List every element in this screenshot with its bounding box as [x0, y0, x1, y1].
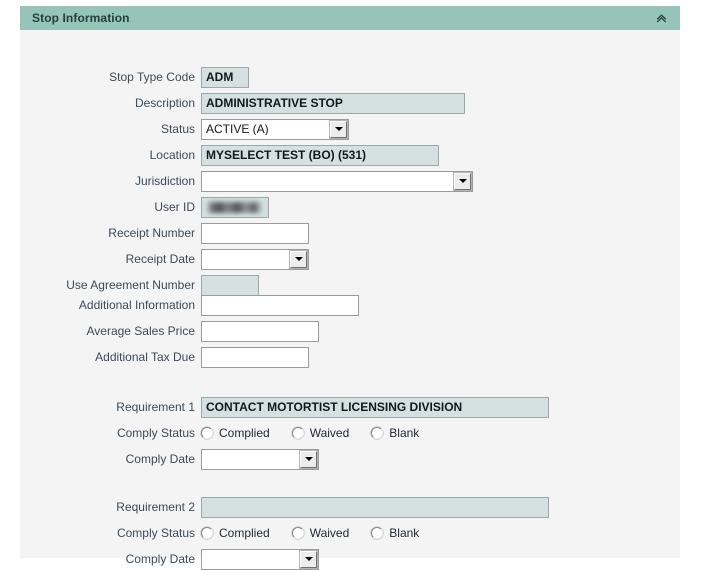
label-jurisdiction: Jurisdiction [20, 175, 201, 187]
label-comply-date-2: Comply Date [20, 553, 201, 565]
radio-circle-icon [371, 427, 383, 439]
calendar-chevron-down-icon[interactable] [290, 251, 307, 268]
radio-label-blank-2: Blank [389, 527, 419, 539]
comply-status-2-radio-group: Complied Waived Blank [201, 527, 441, 539]
row-stop-type-code: Stop Type Code ADM [20, 66, 249, 88]
radio-circle-icon [371, 527, 383, 539]
label-receipt-date: Receipt Date [20, 253, 201, 265]
additional-information-input[interactable] [201, 295, 359, 316]
comply-date-2-dropdown[interactable] [201, 549, 319, 570]
radio-waived-1[interactable]: Waived [292, 427, 350, 439]
radio-waived-2[interactable]: Waived [292, 527, 350, 539]
chevron-up-icon[interactable] [654, 11, 668, 25]
status-dropdown[interactable]: ACTIVE (A) [201, 119, 349, 140]
label-comply-date-1: Comply Date [20, 453, 201, 465]
radio-blank-2[interactable]: Blank [371, 527, 419, 539]
panel-body: Stop Type Code ADM Description ADMINISTR… [20, 30, 680, 558]
label-location: Location [20, 149, 201, 161]
radio-circle-icon [292, 427, 304, 439]
row-requirement-1-comply-status: Comply Status Complied Waived Blank [20, 422, 441, 444]
row-receipt-date: Receipt Date [20, 248, 309, 270]
label-user-id: User ID [20, 201, 201, 213]
row-use-agreement-number: Use Agreement Number [20, 274, 259, 296]
label-use-agreement-number: Use Agreement Number [20, 279, 201, 291]
radio-circle-icon [201, 427, 213, 439]
row-additional-information: Additional Information [20, 294, 359, 316]
calendar-chevron-down-icon[interactable] [300, 451, 317, 468]
radio-blank-1[interactable]: Blank [371, 427, 419, 439]
radio-label-waived-2: Waived [310, 527, 350, 539]
location-field: MYSELECT TEST (BO) (531) [201, 145, 439, 166]
radio-circle-icon [201, 527, 213, 539]
user-id-field [201, 197, 269, 218]
label-comply-status-1: Comply Status [20, 427, 201, 439]
row-average-sales-price: Average Sales Price [20, 320, 319, 342]
radio-label-complied-2: Complied [219, 527, 270, 539]
row-requirement-2: Requirement 2 [20, 496, 549, 518]
row-requirement-1: Requirement 1 CONTACT MOTORTIST LICENSIN… [20, 396, 549, 418]
row-requirement-1-comply-date: Comply Date [20, 448, 319, 470]
use-agreement-number-field [201, 275, 259, 296]
row-user-id: User ID [20, 196, 269, 218]
radio-label-waived-1: Waived [310, 427, 350, 439]
label-average-sales-price: Average Sales Price [20, 325, 201, 337]
redaction-bar [207, 202, 262, 213]
average-sales-price-input[interactable] [201, 321, 319, 342]
status-value: ACTIVE (A) [206, 123, 269, 135]
radio-label-blank-1: Blank [389, 427, 419, 439]
row-status: Status ACTIVE (A) [20, 118, 349, 140]
label-additional-information: Additional Information [20, 299, 201, 311]
label-status: Status [20, 123, 201, 135]
row-receipt-number: Receipt Number [20, 222, 309, 244]
row-additional-tax-due: Additional Tax Due [20, 346, 309, 368]
receipt-number-input[interactable] [201, 223, 309, 244]
additional-tax-due-input[interactable] [201, 347, 309, 368]
label-stop-type-code: Stop Type Code [20, 71, 201, 83]
label-requirement-2: Requirement 2 [20, 501, 201, 513]
label-comply-status-2: Comply Status [20, 527, 201, 539]
row-jurisdiction: Jurisdiction [20, 170, 473, 192]
label-additional-tax-due: Additional Tax Due [20, 351, 201, 363]
chevron-down-icon[interactable] [330, 121, 347, 138]
row-description: Description ADMINISTRATIVE STOP [20, 92, 465, 114]
panel-header: Stop Information [20, 6, 680, 30]
requirement-1-field: CONTACT MOTORTIST LICENSING DIVISION [201, 397, 549, 418]
radio-circle-icon [292, 527, 304, 539]
page-title: Stop Information [32, 11, 130, 25]
chevron-down-icon[interactable] [454, 173, 471, 190]
radio-label-complied-1: Complied [219, 427, 270, 439]
radio-complied-2[interactable]: Complied [201, 527, 270, 539]
receipt-date-dropdown[interactable] [201, 249, 309, 270]
label-requirement-1: Requirement 1 [20, 401, 201, 413]
description-field: ADMINISTRATIVE STOP [201, 93, 465, 114]
requirement-2-field [201, 497, 549, 518]
comply-status-1-radio-group: Complied Waived Blank [201, 427, 441, 439]
jurisdiction-dropdown[interactable] [201, 171, 473, 192]
stop-type-code-field: ADM [201, 67, 249, 88]
comply-date-1-dropdown[interactable] [201, 449, 319, 470]
label-description: Description [20, 97, 201, 109]
row-location: Location MYSELECT TEST (BO) (531) [20, 144, 439, 166]
stop-information-panel: Stop Information Stop Type Code ADM Desc… [20, 6, 680, 558]
radio-complied-1[interactable]: Complied [201, 427, 270, 439]
label-receipt-number: Receipt Number [20, 227, 201, 239]
row-requirement-2-comply-status: Comply Status Complied Waived Blank [20, 522, 441, 544]
row-requirement-2-comply-date: Comply Date [20, 548, 319, 570]
